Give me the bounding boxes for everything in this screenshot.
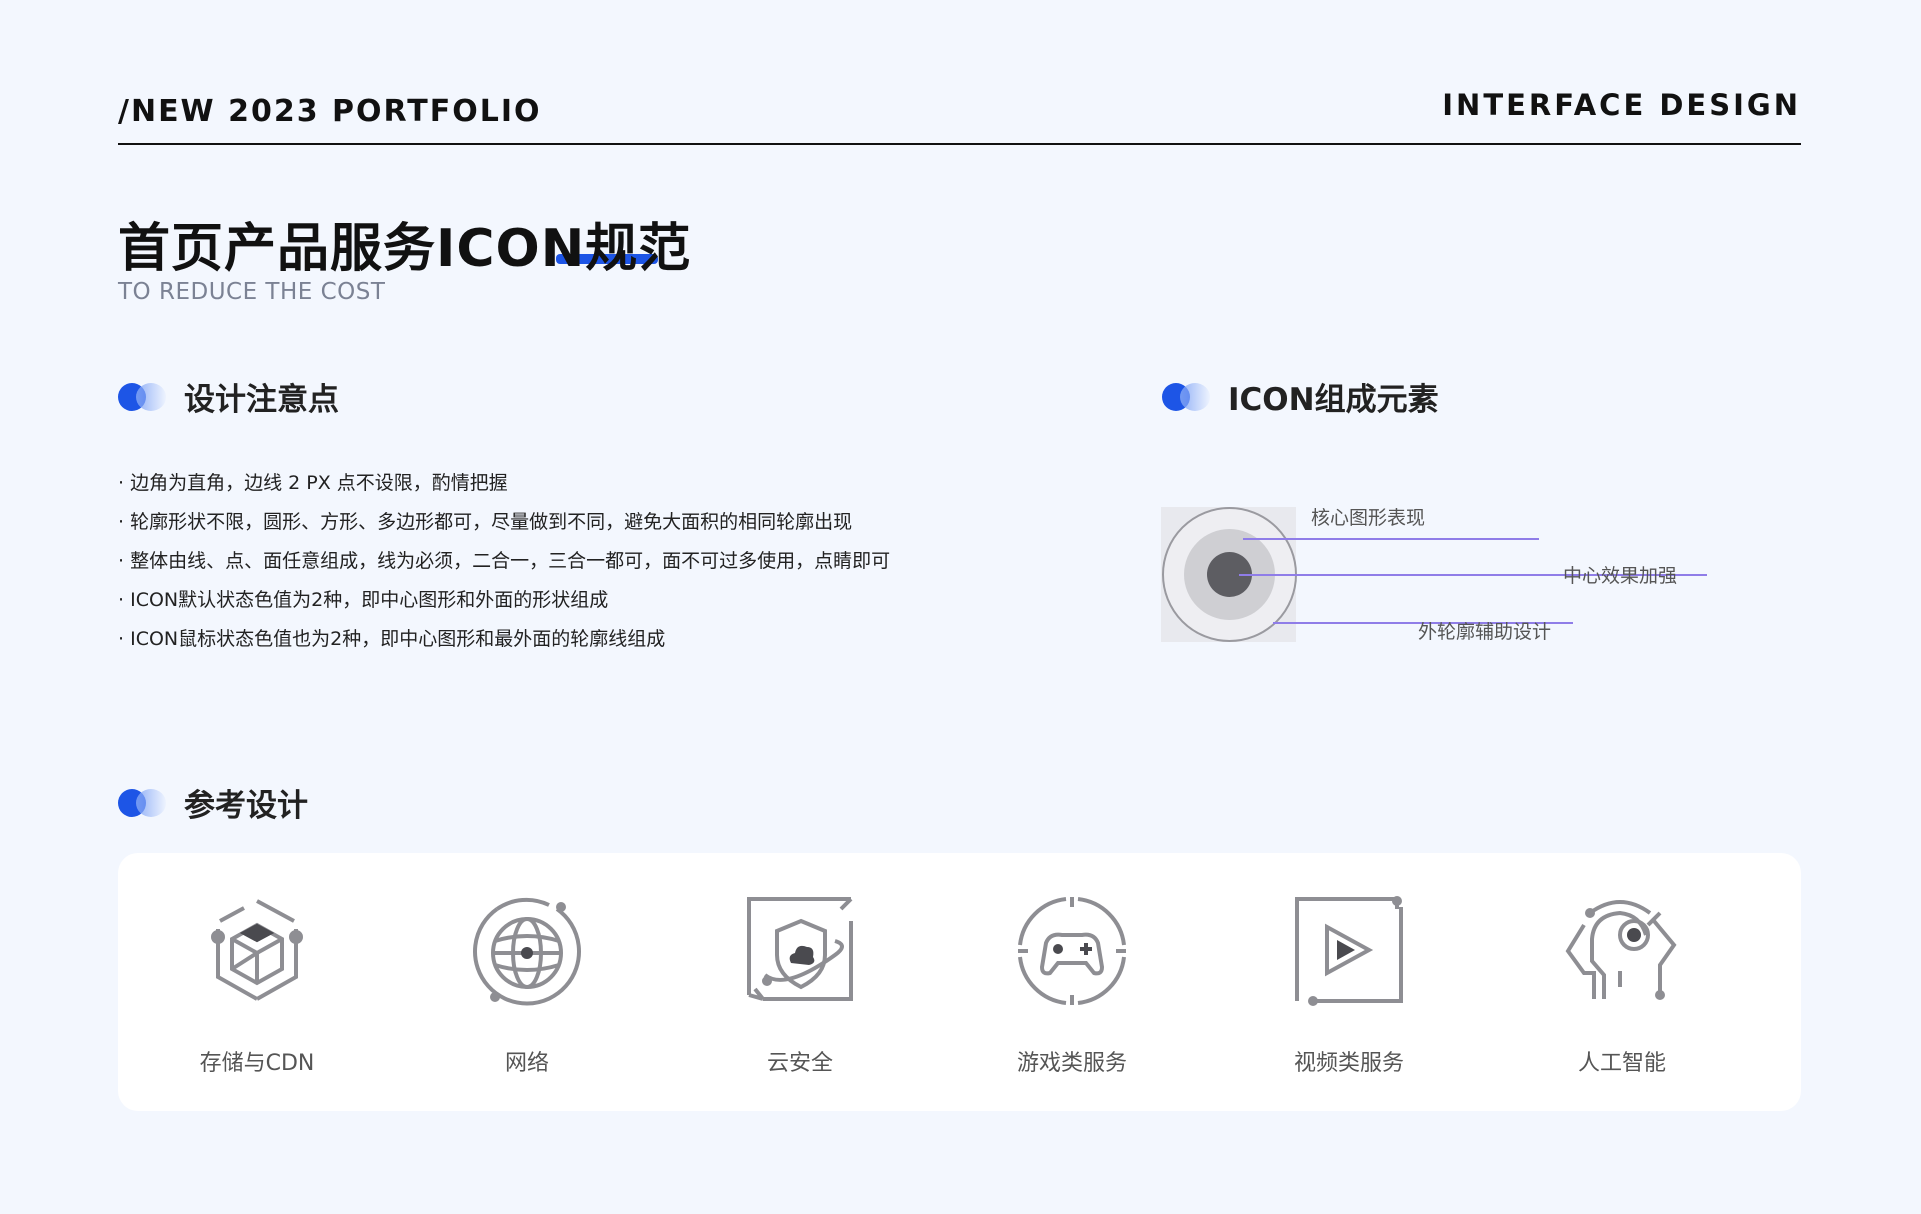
icon-item-game[interactable]: 游戏类服务 xyxy=(962,853,1182,1111)
section-dot-icon xyxy=(118,788,166,817)
notes-list: 边角为直角，边线 2 PX 点不设限，酌情把握 轮廓形状不限，圆形、方形、多边形… xyxy=(118,464,890,659)
icon-item-network[interactable]: 网络 xyxy=(417,853,637,1111)
outer-label: 外轮廓辅助设计 xyxy=(1418,621,1552,643)
icon-label: 云安全 xyxy=(766,1051,833,1076)
icon-label: 游戏类服务 xyxy=(1016,1051,1127,1076)
section-dot-icon xyxy=(118,382,166,411)
page-subtitle: TO REDUCE THE COST xyxy=(118,279,386,305)
icon-label: 存储与CDN xyxy=(199,1051,315,1076)
note-item: ICON鼠标状态色值也为2种，即中心图形和最外面的轮廓线组成 xyxy=(118,620,890,659)
gamepad-icon xyxy=(1018,897,1126,1005)
note-item: 边角为直角，边线 2 PX 点不设限，酌情把握 xyxy=(118,464,890,503)
reference-section-header: 参考设计 xyxy=(118,780,308,825)
portfolio-header: /NEW 2023 PORTFOLIO xyxy=(118,94,542,129)
icon-reference-card: 存储与CDN 网络 云安全 游戏类服务 视频类服务 人工智能 xyxy=(118,853,1801,1111)
ai-head-icon xyxy=(1565,900,1677,1000)
icon-item-video[interactable]: 视频类服务 xyxy=(1239,853,1459,1111)
core-leader-line xyxy=(1243,538,1539,540)
composition-section-title: ICON组成元素 xyxy=(1228,382,1439,418)
note-item: 整体由线、点、面任意组成，线为必须，二合一，三合一都可，面不可过多使用，点睛即可 xyxy=(118,542,890,581)
play-icon xyxy=(1295,896,1403,1006)
icon-label: 视频类服务 xyxy=(1293,1051,1404,1076)
cloud-shield-icon xyxy=(747,897,853,1001)
note-item: 轮廓形状不限，圆形、方形、多边形都可，尽量做到不同，避免大面积的相同轮廓出现 xyxy=(118,503,890,542)
globe-icon xyxy=(473,897,581,1006)
core-label: 核心图形表现 xyxy=(1311,507,1426,529)
icon-composition-diagram: 核心图形表现 中心效果加强 外轮廓辅助设计 xyxy=(1161,500,1721,650)
icon-label: 网络 xyxy=(504,1051,549,1076)
notes-section-title: 设计注意点 xyxy=(184,382,339,418)
cube-icon xyxy=(211,899,303,1001)
center-label: 中心效果加强 xyxy=(1563,565,1678,587)
icon-label: 人工智能 xyxy=(1577,1051,1666,1076)
reference-section-title: 参考设计 xyxy=(184,788,308,824)
header-divider xyxy=(118,143,1801,145)
notes-section-header: 设计注意点 xyxy=(118,374,339,419)
page-title: 首页产品服务ICON规范 xyxy=(118,219,692,279)
note-item: ICON默认状态色值为2种，即中心图形和外面的形状组成 xyxy=(118,581,890,620)
icon-item-storage[interactable]: 存储与CDN xyxy=(147,853,367,1111)
section-dot-icon xyxy=(1162,382,1210,411)
icon-item-cloud-security[interactable]: 云安全 xyxy=(690,853,910,1111)
icon-item-ai[interactable]: 人工智能 xyxy=(1512,853,1732,1111)
composition-section-header: ICON组成元素 xyxy=(1162,374,1439,419)
interface-design-header: INTERFACE DESIGN xyxy=(1442,88,1801,122)
